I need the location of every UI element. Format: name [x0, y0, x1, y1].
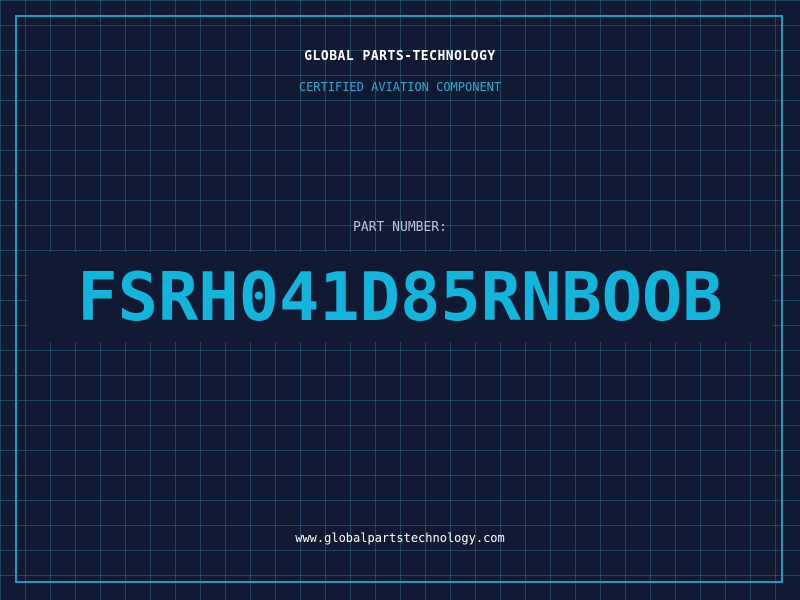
- part-number-value: FSRH041D85RNBOOB: [30, 252, 770, 342]
- company-name: GLOBAL PARTS-TECHNOLOGY: [304, 49, 496, 64]
- part-number-label: PART NUMBER:: [353, 220, 447, 235]
- certification-subtitle: CERTIFIED AVIATION COMPONENT: [298, 80, 502, 94]
- website-url: www.globalpartstechnology.com: [295, 531, 505, 545]
